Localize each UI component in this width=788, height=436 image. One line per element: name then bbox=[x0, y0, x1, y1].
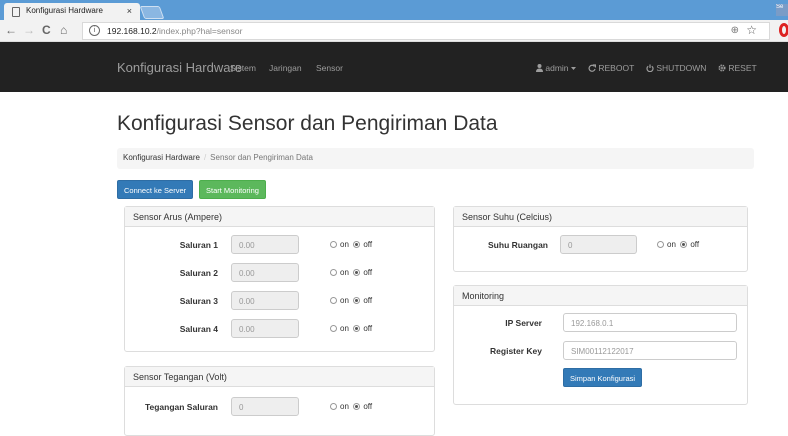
new-tab-button[interactable] bbox=[139, 6, 165, 19]
saluran-4-label: Saluran 4 bbox=[179, 324, 218, 334]
on-label: on bbox=[340, 240, 349, 249]
power-icon bbox=[646, 64, 654, 73]
refresh-icon bbox=[588, 64, 597, 72]
on-label: on bbox=[340, 268, 349, 277]
on-radio[interactable] bbox=[330, 297, 337, 304]
off-label: off bbox=[363, 402, 373, 411]
off-radio[interactable] bbox=[353, 241, 361, 248]
ip-server-input[interactable]: 192.168.0.1 bbox=[563, 313, 737, 332]
reset-label: RESET bbox=[728, 63, 757, 73]
save-config-button[interactable]: Simpan Konfigurasi bbox=[563, 368, 643, 387]
off-radio[interactable] bbox=[353, 325, 361, 332]
caret-down-icon bbox=[570, 67, 576, 70]
tegangan-radio-group: on off bbox=[330, 402, 372, 411]
panel-heading: Sensor Tegangan (Volt) bbox=[125, 367, 434, 387]
saluran-4-input[interactable]: 0.00 bbox=[231, 319, 299, 338]
off-label: off bbox=[363, 324, 373, 333]
page-icon bbox=[12, 7, 20, 17]
breadcrumb-separator: / bbox=[203, 153, 207, 162]
breadcrumb-home[interactable]: Konfigurasi Hardware bbox=[123, 153, 200, 162]
on-label: on bbox=[340, 324, 349, 333]
start-monitoring-button[interactable]: Start Monitoring bbox=[199, 180, 266, 199]
saluran-3-radio-group: on off bbox=[330, 296, 372, 305]
off-radio[interactable] bbox=[353, 269, 361, 276]
cog-icon bbox=[718, 64, 726, 72]
saluran-1-radio-group: on off bbox=[330, 240, 372, 249]
forward-icon[interactable]: → bbox=[23, 23, 35, 37]
on-radio[interactable] bbox=[657, 241, 664, 248]
saluran-1-input[interactable]: 0.00 bbox=[231, 235, 299, 254]
browser-tab-bar: Konfigurasi Hardware × Se bbox=[0, 0, 788, 20]
saluran-1-label: Saluran 1 bbox=[179, 240, 218, 250]
navbar-brand[interactable]: Konfigurasi Hardware bbox=[117, 60, 242, 75]
on-radio[interactable] bbox=[330, 269, 337, 276]
browser-tab[interactable]: Konfigurasi Hardware × bbox=[4, 3, 140, 20]
info-icon[interactable]: i bbox=[89, 25, 100, 36]
off-label: off bbox=[690, 240, 700, 249]
user-name: admin bbox=[545, 63, 569, 73]
ip-server-label: IP Server bbox=[505, 318, 542, 328]
panel-heading: Monitoring bbox=[454, 286, 747, 306]
panel-heading: Sensor Suhu (Celcius) bbox=[454, 207, 747, 227]
on-label: on bbox=[340, 296, 349, 305]
reboot-button[interactable]: REBOOT bbox=[588, 63, 634, 73]
nav-item-jaringan[interactable]: Jaringan bbox=[269, 63, 302, 73]
zoom-icon[interactable]: ⊕ bbox=[731, 25, 739, 36]
user-menu[interactable]: admin bbox=[536, 63, 576, 73]
register-key-input[interactable]: SIM00112122017 bbox=[563, 341, 737, 360]
suhu-ruangan-input[interactable]: 0 bbox=[560, 235, 637, 254]
saluran-4-radio-group: on off bbox=[330, 324, 372, 333]
url-host: 192.168.10.2 bbox=[107, 26, 157, 36]
back-icon[interactable]: ← bbox=[5, 23, 17, 37]
off-label: off bbox=[363, 268, 373, 277]
url-path: /index.php?hal=sensor bbox=[156, 26, 243, 36]
opera-icon[interactable] bbox=[779, 23, 788, 37]
tegangan-saluran-label: Tegangan Saluran bbox=[144, 402, 218, 412]
saluran-3-label: Saluran 3 bbox=[179, 296, 218, 306]
reload-icon[interactable]: C bbox=[42, 23, 51, 37]
on-radio[interactable] bbox=[330, 403, 337, 410]
register-key-label: Register Key bbox=[490, 346, 542, 356]
tegangan-saluran-input[interactable]: 0 bbox=[231, 397, 299, 416]
suhu-radio-group: on off bbox=[657, 240, 699, 249]
shutdown-label: SHUTDOWN bbox=[656, 63, 707, 73]
off-label: off bbox=[363, 240, 373, 249]
tab-title: Konfigurasi Hardware bbox=[26, 6, 103, 15]
breadcrumb: Konfigurasi Hardware / Sensor dan Pengirim… bbox=[117, 148, 754, 169]
user-icon bbox=[536, 64, 543, 72]
nav-item-sensor[interactable]: Sensor bbox=[316, 63, 343, 73]
page-title: Konfigurasi Sensor dan Pengiriman Data bbox=[117, 112, 498, 135]
on-label: on bbox=[340, 402, 349, 411]
url-bar[interactable]: i 192.168.10.2/index.php?hal=sensor ⊕ ☆ bbox=[82, 22, 770, 40]
tab-close-icon[interactable]: × bbox=[127, 6, 132, 16]
address-toolbar: ← → C ⌂ i 192.168.10.2/index.php?hal=sen… bbox=[0, 20, 788, 42]
app-navbar: Konfigurasi Hardware Sistem Jaringan Sen… bbox=[0, 42, 788, 92]
off-radio[interactable] bbox=[353, 403, 361, 410]
saluran-2-radio-group: on off bbox=[330, 268, 372, 277]
profile-button[interactable]: Se bbox=[776, 4, 788, 16]
on-radio[interactable] bbox=[330, 241, 337, 248]
home-icon[interactable]: ⌂ bbox=[60, 23, 67, 37]
on-label: on bbox=[667, 240, 676, 249]
shutdown-button[interactable]: SHUTDOWN bbox=[646, 63, 706, 73]
on-radio[interactable] bbox=[330, 325, 337, 332]
reset-button[interactable]: RESET bbox=[718, 63, 757, 73]
saluran-2-label: Saluran 2 bbox=[179, 268, 218, 278]
breadcrumb-current: Sensor dan Pengiriman Data bbox=[210, 153, 313, 162]
panel-heading: Sensor Arus (Ampere) bbox=[125, 207, 434, 227]
saluran-2-input[interactable]: 0.00 bbox=[231, 263, 299, 282]
off-label: off bbox=[363, 296, 373, 305]
suhu-ruangan-label: Suhu Ruangan bbox=[488, 240, 548, 250]
off-radio[interactable] bbox=[680, 241, 688, 248]
nav-item-sistem[interactable]: Sistem bbox=[230, 63, 256, 73]
reboot-label: REBOOT bbox=[598, 63, 635, 73]
connect-server-button[interactable]: Connect ke Server bbox=[117, 180, 194, 199]
bookmark-star-icon[interactable]: ☆ bbox=[746, 23, 757, 37]
saluran-3-input[interactable]: 0.00 bbox=[231, 291, 299, 310]
off-radio[interactable] bbox=[353, 297, 361, 304]
